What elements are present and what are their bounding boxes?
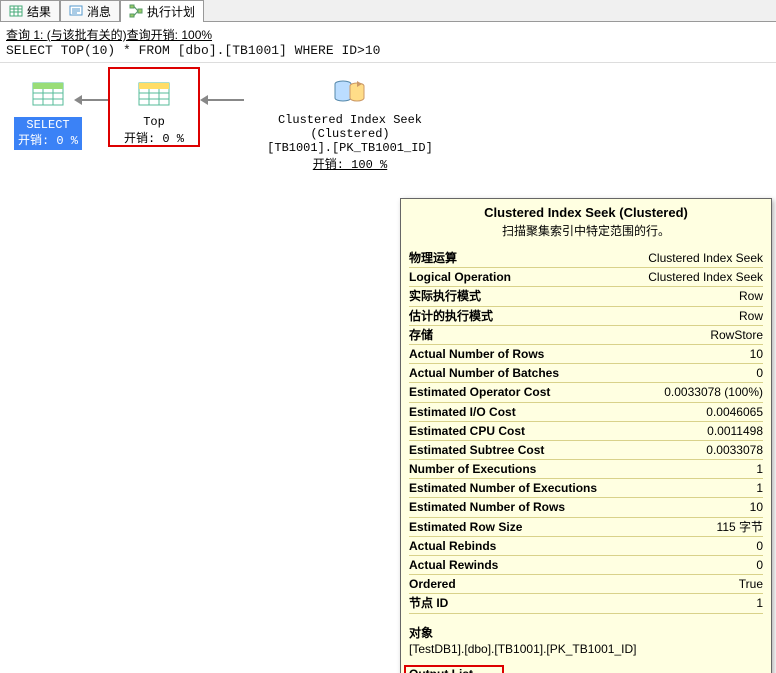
tooltip-title: Clustered Index Seek (Clustered): [409, 205, 763, 220]
query-desc: (与该批有关的)查询开销: 100%: [47, 28, 212, 42]
query-prefix: 查询 1:: [6, 28, 47, 42]
tooltip-row: Ordered True: [409, 575, 763, 594]
plan-canvas[interactable]: SELECT 开销: 0 % Top 开销: 0 % Clustered Ind…: [0, 63, 776, 673]
tooltip-row: 物理运算 Clustered Index Seek: [409, 249, 763, 268]
select-label: SELECT: [18, 118, 78, 134]
tooltip-row-label: Actual Rebinds: [409, 538, 496, 554]
tooltip-row-label: 物理运算: [409, 250, 457, 266]
table-icon: [9, 4, 23, 18]
query-sql: SELECT TOP(10) * FROM [dbo].[TB1001] WHE…: [6, 43, 770, 58]
tooltip-row: 实际执行模式 Row: [409, 287, 763, 306]
tab-messages-label: 消息: [87, 3, 111, 20]
tooltip-row: 估计的执行模式 Row: [409, 307, 763, 326]
tooltip-row-label: Estimated Number of Executions: [409, 480, 597, 496]
tooltip-row: Estimated Number of Rows 10: [409, 498, 763, 517]
tooltip-object-label: 对象: [409, 624, 763, 641]
tooltip-row-value: 0.0033078 (100%): [664, 384, 763, 400]
tooltip-row-value: 1: [756, 595, 763, 611]
tooltip-row: Estimated Number of Executions 1: [409, 479, 763, 498]
message-icon: [69, 4, 83, 18]
tooltip-row: Estimated Row Size 115 字节: [409, 518, 763, 537]
tooltip-row-value: 0: [756, 365, 763, 381]
tooltip-row-value: Clustered Index Seek: [648, 269, 763, 285]
tab-execution-plan[interactable]: 执行计划: [120, 0, 204, 21]
tooltip-row-value: 0: [756, 557, 763, 573]
select-cost: 开销: 0 %: [18, 134, 78, 150]
tooltip-row-value: Clustered Index Seek: [648, 250, 763, 266]
tab-plan-label: 执行计划: [147, 3, 195, 20]
operator-tooltip: Clustered Index Seek (Clustered) 扫描聚集索引中…: [400, 198, 772, 673]
cis-index: [TB1001].[PK_TB1001_ID]: [240, 141, 460, 155]
tooltip-row-value: 0.0011498: [707, 423, 763, 439]
plan-node-select[interactable]: SELECT 开销: 0 %: [14, 77, 82, 150]
tooltip-row-label: Actual Rewinds: [409, 557, 498, 573]
tooltip-row-label: 存储: [409, 327, 433, 343]
tooltip-row: Estimated I/O Cost 0.0046065: [409, 403, 763, 422]
tooltip-row-value: 0.0046065: [706, 404, 763, 420]
cis-cost: 开销: 100 %: [240, 155, 460, 172]
tooltip-row-value: Row: [739, 308, 763, 324]
tab-results[interactable]: 结果: [0, 0, 60, 21]
plan-node-cis[interactable]: Clustered Index Seek (Clustered) [TB1001…: [240, 75, 460, 172]
select-node-icon: [27, 77, 69, 115]
tooltip-desc: 扫描聚集索引中特定范围的行。: [409, 222, 763, 239]
tooltip-row-value: 10: [750, 499, 763, 515]
tooltip-object-val: [TestDB1].[dbo].[TB1001].[PK_TB1001_ID]: [409, 641, 763, 657]
tooltip-row-label: Ordered: [409, 576, 456, 592]
tooltip-row-label: Number of Executions: [409, 461, 536, 477]
tooltip-row: Actual Number of Rows 10: [409, 345, 763, 364]
cis-node-icon: [329, 75, 371, 113]
tooltip-row-label: Logical Operation: [409, 269, 511, 285]
tooltip-row: Logical Operation Clustered Index Seek: [409, 268, 763, 287]
tooltip-rows: 物理运算Clustered Index SeekLogical Operatio…: [409, 249, 763, 614]
query-header: 查询 1: (与该批有关的)查询开销: 100% SELECT TOP(10) …: [0, 22, 776, 63]
select-badge: SELECT 开销: 0 %: [14, 117, 82, 150]
tab-results-label: 结果: [27, 3, 51, 20]
red-highlight-seek: [404, 665, 504, 673]
tooltip-row-label: Actual Number of Batches: [409, 365, 559, 381]
tooltip-row-label: Estimated Row Size: [409, 519, 522, 535]
tooltip-row-label: Actual Number of Rows: [409, 346, 544, 362]
execution-plan-icon: [129, 4, 143, 18]
tooltip-row-value: 0: [756, 538, 763, 554]
tooltip-row-value: 115 字节: [717, 519, 763, 535]
red-highlight-top: [108, 67, 200, 147]
tooltip-row: Estimated CPU Cost 0.0011498: [409, 422, 763, 441]
tooltip-row-value: 1: [756, 461, 763, 477]
tooltip-row-label: Estimated CPU Cost: [409, 423, 525, 439]
query-cost-line: 查询 1: (与该批有关的)查询开销: 100%: [6, 26, 770, 43]
tooltip-row-label: Estimated I/O Cost: [409, 404, 516, 420]
tooltip-row-label: Estimated Number of Rows: [409, 499, 565, 515]
tooltip-row-label: 节点 ID: [409, 595, 448, 611]
tooltip-row-label: 实际执行模式: [409, 288, 481, 304]
tooltip-row-value: Row: [739, 288, 763, 304]
tooltip-row: 存储 RowStore: [409, 326, 763, 345]
tooltip-row-label: Estimated Subtree Cost: [409, 442, 544, 458]
tooltip-row-value: True: [739, 576, 763, 592]
tab-bar: 结果 消息 执行计划: [0, 0, 776, 22]
tooltip-row-value: 10: [750, 346, 763, 362]
tooltip-row: Estimated Subtree Cost 0.0033078: [409, 441, 763, 460]
tooltip-row: Actual Rebinds 0: [409, 537, 763, 556]
tooltip-row-value: RowStore: [710, 327, 763, 343]
cis-label: Clustered Index Seek (Clustered): [240, 113, 460, 141]
tooltip-row-value: 1: [756, 480, 763, 496]
tooltip-row-label: Estimated Operator Cost: [409, 384, 550, 400]
tooltip-row: Estimated Operator Cost 0.0033078 (100%): [409, 383, 763, 402]
tooltip-row-label: 估计的执行模式: [409, 308, 493, 324]
tooltip-row-value: 0.0033078: [706, 442, 763, 458]
tooltip-row: Number of Executions 1: [409, 460, 763, 479]
tooltip-row: Actual Rewinds 0: [409, 556, 763, 575]
tooltip-row: 节点 ID 1: [409, 594, 763, 613]
tooltip-row: Actual Number of Batches 0: [409, 364, 763, 383]
tab-messages[interactable]: 消息: [60, 0, 120, 21]
